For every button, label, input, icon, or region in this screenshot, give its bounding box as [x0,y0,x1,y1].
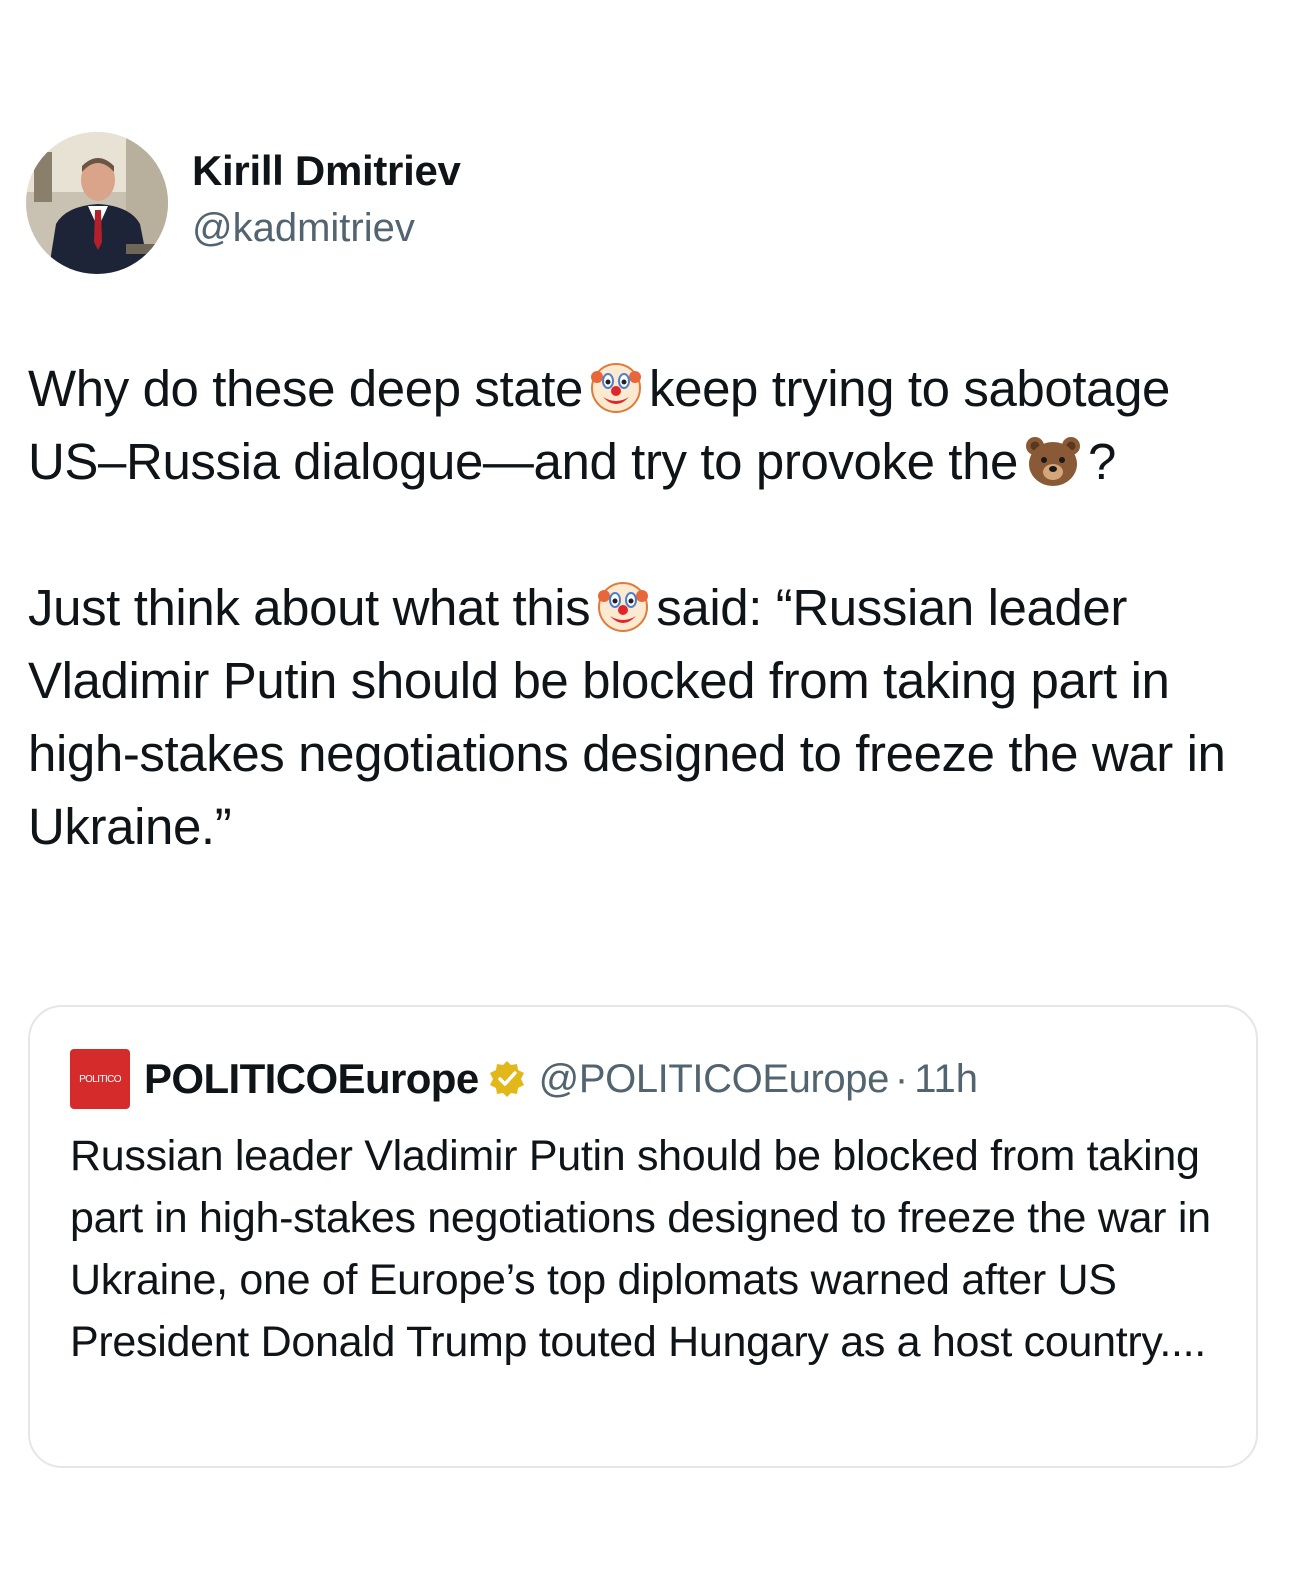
quoted-tweet-header: POLITICO POLITICOEurope @POLITICOEurope … [70,1049,978,1109]
tweet-text: Why do these deep state keep trying to s… [28,352,1273,863]
quoted-tweet[interactable]: POLITICO POLITICOEurope @POLITICOEurope … [28,1005,1258,1468]
bear-face-emoji-icon [1024,434,1082,488]
tweet-paragraph-1: Why do these deep state keep trying to s… [28,352,1273,498]
tweet-card: Kirill Dmitriev @kadmitriev Why do these… [0,0,1290,1572]
tweet-text-segment: ? [1088,433,1116,490]
politico-logo-icon[interactable]: POLITICO [70,1049,130,1109]
tweet-text-segment: Why do these deep state [28,360,583,417]
quoted-tweet-text: Russian leader Vladimir Putin should be … [70,1132,1211,1366]
politico-logo-text: POLITICO [79,1073,121,1085]
quoted-author-handle[interactable]: @POLITICOEurope [539,1057,890,1102]
author-handle[interactable]: @kadmitriev [192,203,461,253]
separator-dot: · [894,1056,909,1101]
quoted-author-name[interactable]: POLITICOEurope [144,1055,479,1103]
author-display-name[interactable]: Kirill Dmitriev [192,145,461,197]
tweet-author[interactable]: Kirill Dmitriev @kadmitriev [26,132,461,274]
verified-badge-icon [487,1059,527,1099]
tweet-text-segment: Just think about what this [28,579,591,636]
clown-face-emoji-icon [596,580,650,634]
quoted-timestamp[interactable]: 11h [914,1057,978,1102]
author-avatar[interactable] [26,132,168,274]
author-info: Kirill Dmitriev @kadmitriev [192,145,461,253]
clown-face-emoji-icon [589,361,643,415]
tweet-paragraph-2: Just think about what this said: “Russia… [28,571,1273,863]
